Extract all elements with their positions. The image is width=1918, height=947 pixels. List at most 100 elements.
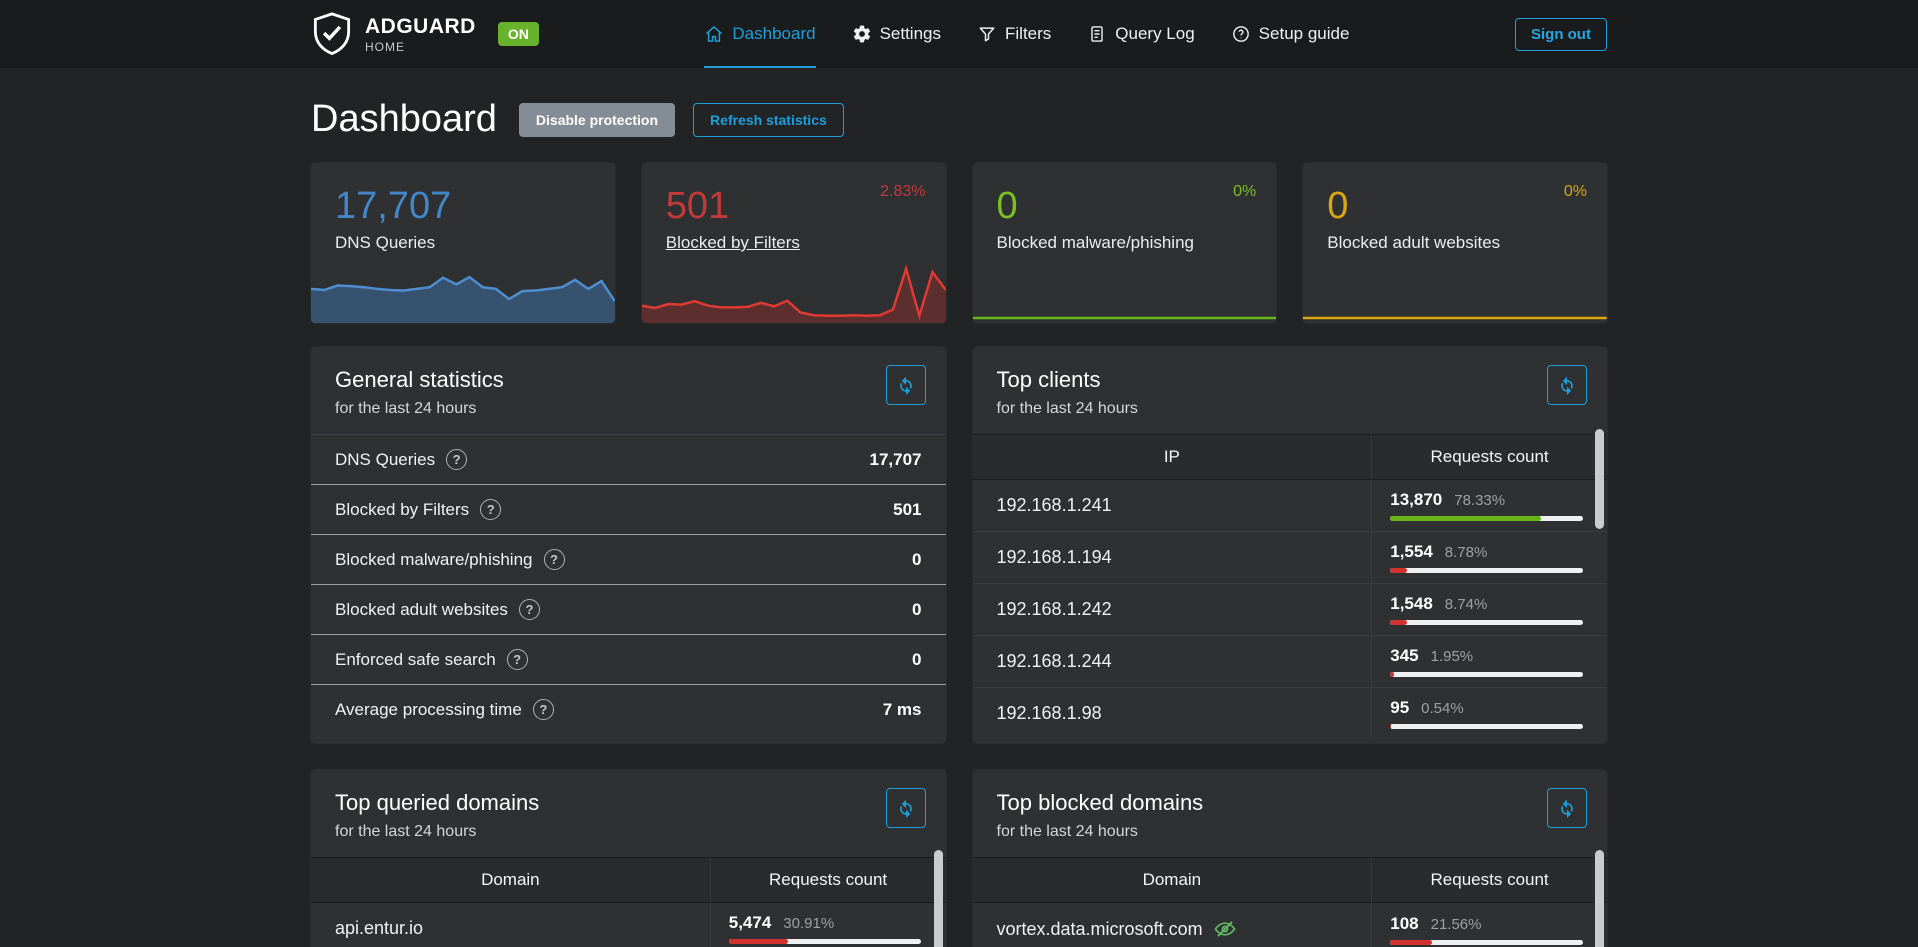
help-circle-icon[interactable] (533, 699, 554, 720)
refresh-statistics-button[interactable]: Refresh statistics (693, 103, 844, 137)
domain-request-percent: 30.91% (783, 915, 834, 932)
blocked-malware-sparkline (973, 257, 1277, 323)
column-header-ip: IP (973, 435, 1373, 479)
domain-requests-cell: 5,474 30.91% (711, 903, 946, 947)
top-blocked-scrollbar-thumb[interactable] (1595, 850, 1604, 947)
domain-name[interactable]: api.entur.io (311, 903, 711, 947)
column-header-domain: Domain (311, 858, 711, 902)
top-blocked-table: vortex.data.microsoft.com 108 21.56% (973, 903, 1608, 947)
page-title: Dashboard (311, 98, 497, 141)
nav-item-dashboard[interactable]: Dashboard (704, 0, 815, 68)
client-ip[interactable]: 192.168.1.244 (973, 636, 1373, 687)
client-request-percent: 1.95% (1431, 648, 1474, 665)
client-requests-cell: 1,548 8.74% (1372, 584, 1607, 635)
client-request-count: 95 (1390, 698, 1409, 718)
client-ip[interactable]: 192.168.1.241 (973, 480, 1373, 531)
client-request-percent: 0.54% (1421, 700, 1464, 717)
eye-off-icon (1213, 917, 1237, 941)
column-header-requests-count: Requests count (711, 858, 946, 902)
blocked-adult-label: Blocked adult websites (1327, 233, 1607, 253)
top-clients-table: 192.168.1.241 13,870 78.33% (973, 480, 1608, 739)
client-row: 192.168.1.241 13,870 78.33% (973, 480, 1608, 531)
main-nav: Dashboard Settings Filters Query Log Set… (704, 0, 1349, 68)
stat-label: Blocked malware/phishing (335, 549, 565, 570)
client-requests-cell: 1,554 8.78% (1372, 532, 1607, 583)
home-icon (704, 24, 724, 44)
middle-panels-row: General statistics for the last 24 hours… (311, 347, 1607, 743)
help-circle-icon[interactable] (544, 549, 565, 570)
stat-label-text: Blocked by Filters (335, 500, 469, 520)
client-row: 192.168.1.242 1,548 8.74% (973, 583, 1608, 635)
card-blocked-malware: 0% 0 Blocked malware/phishing (973, 163, 1277, 323)
help-circle-icon[interactable] (507, 649, 528, 670)
top-clients-panel: Top clients for the last 24 hours IP Req… (973, 347, 1608, 743)
general-statistics-refresh-button[interactable] (886, 365, 926, 405)
refresh-icon (1557, 375, 1577, 395)
card-blocked-by-filters: 2.83% 501 Blocked by Filters (642, 163, 946, 323)
shield-check-icon (311, 11, 353, 57)
refresh-icon (896, 798, 916, 818)
progress-bar-track (1390, 672, 1583, 677)
blocked-adult-percent: 0% (1564, 183, 1587, 201)
help-circle-icon[interactable] (480, 499, 501, 520)
progress-bar-track (1390, 620, 1583, 625)
client-ip[interactable]: 192.168.1.194 (973, 532, 1373, 583)
blocked-filters-sparkline (642, 257, 946, 323)
stat-row: Blocked by Filters 501 (311, 484, 946, 534)
top-queried-domains-panel: Top queried domains for the last 24 hour… (311, 770, 946, 947)
protection-on-badge: ON (498, 22, 539, 46)
document-icon (1087, 24, 1107, 44)
domain-row: api.entur.io 5,474 30.91% (311, 903, 946, 947)
progress-bar-track (1390, 940, 1583, 945)
stat-row: Blocked malware/phishing 0 (311, 534, 946, 584)
progress-bar-fill (1390, 620, 1407, 625)
disable-protection-button[interactable]: Disable protection (519, 103, 675, 137)
stat-value: 501 (893, 500, 921, 520)
top-queried-table: api.entur.io 5,474 30.91% (311, 903, 946, 947)
top-queried-refresh-button[interactable] (886, 788, 926, 828)
blocked-adult-sparkline (1303, 257, 1607, 323)
dns-queries-value: 17,707 (335, 187, 615, 225)
domain-name[interactable]: vortex.data.microsoft.com (973, 903, 1373, 947)
refresh-icon (896, 375, 916, 395)
stat-value: 0 (912, 550, 921, 570)
progress-bar-fill (1390, 940, 1432, 945)
top-blocked-subtitle: for the last 24 hours (997, 823, 1584, 841)
progress-bar-track (1390, 724, 1583, 729)
nav-item-setup-guide[interactable]: Setup guide (1231, 0, 1350, 68)
nav-item-filters[interactable]: Filters (977, 0, 1051, 68)
top-blocked-refresh-button[interactable] (1547, 788, 1587, 828)
top-clients-title: Top clients (997, 367, 1584, 393)
blocked-filters-percent: 2.83% (880, 183, 925, 201)
sign-out-button[interactable]: Sign out (1515, 18, 1607, 51)
client-ip[interactable]: 192.168.1.242 (973, 584, 1373, 635)
stat-label-text: Blocked adult websites (335, 600, 508, 620)
stat-label: DNS Queries (335, 449, 467, 470)
domain-requests-cell: 108 21.56% (1372, 904, 1607, 947)
nav-item-query-log[interactable]: Query Log (1087, 0, 1194, 68)
top-clients-scrollbar-thumb[interactable] (1595, 429, 1604, 529)
top-clients-refresh-button[interactable] (1547, 365, 1587, 405)
card-dns-queries: 17,707 DNS Queries (311, 163, 615, 323)
stat-row: Enforced safe search 0 (311, 634, 946, 684)
domain-request-percent: 21.56% (1431, 916, 1482, 933)
progress-bar-fill (1390, 724, 1391, 729)
client-request-count: 1,548 (1390, 594, 1433, 614)
column-header-requests-count: Requests count (1372, 858, 1607, 902)
nav-item-settings[interactable]: Settings (852, 0, 941, 68)
help-circle-icon[interactable] (519, 599, 540, 620)
client-ip[interactable]: 192.168.1.98 (973, 688, 1373, 739)
stat-row: Average processing time 7 ms (311, 684, 946, 734)
adguard-logo: ADGUARD HOME ON (311, 11, 539, 57)
nav-label: Dashboard (732, 24, 815, 44)
brand-name: ADGUARD (365, 16, 476, 37)
client-requests-cell: 95 0.54% (1372, 688, 1607, 739)
gear-icon (852, 24, 872, 44)
blocked-filters-link[interactable]: Blocked by Filters (666, 233, 946, 253)
client-request-count: 345 (1390, 646, 1418, 666)
top-queried-scrollbar-thumb[interactable] (934, 850, 943, 947)
domain-row: vortex.data.microsoft.com 108 21.56% (973, 903, 1608, 947)
dns-queries-sparkline (311, 257, 615, 323)
top-blocked-table-header: Domain Requests count (973, 857, 1608, 903)
help-circle-icon[interactable] (446, 449, 467, 470)
